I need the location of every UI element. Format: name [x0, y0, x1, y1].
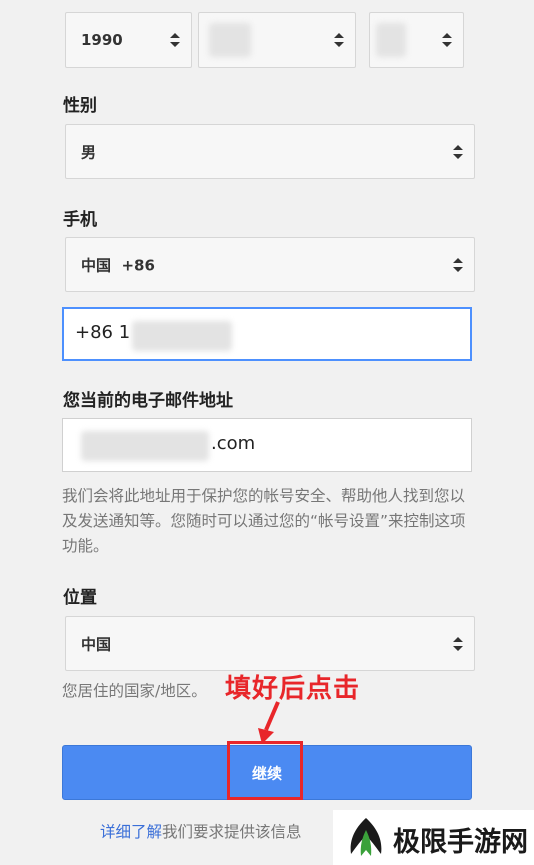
month-blurred-value	[209, 23, 251, 57]
day-blurred-value	[376, 23, 406, 57]
birth-day-select[interactable]	[369, 12, 464, 68]
watermark-logo-icon	[350, 818, 382, 856]
select-arrows-icon	[453, 257, 463, 272]
phone-country-value: 中国 +86	[81, 256, 155, 274]
email-help-text: 我们会将此地址用于保护您的帐号安全、帮助他人找到您以及发送通知等。您随时可以通过…	[62, 487, 466, 555]
annotation-arrow-icon	[258, 701, 280, 744]
select-arrows-icon	[453, 636, 463, 651]
email-suffix: .com	[211, 433, 256, 454]
learn-more-link[interactable]: 详细了解	[100, 823, 162, 841]
footer-description: 我们要求提供该信息	[162, 823, 302, 841]
footer-text: 详细了解我们要求提供该信息	[100, 820, 302, 842]
select-arrows-icon	[442, 33, 452, 47]
phone-blurred-digits	[132, 321, 232, 351]
phone-label: 手机	[63, 210, 97, 230]
birth-month-select[interactable]	[198, 12, 356, 68]
gender-value: 男	[81, 143, 97, 161]
phone-country-select[interactable]: 中国 +86	[65, 237, 475, 292]
watermark-badge: 极限手游网	[333, 810, 534, 865]
location-help-text: 您居住的国家/地区。	[62, 682, 207, 700]
gender-select[interactable]: 男	[65, 124, 475, 179]
phone-number-value: +86 1	[75, 322, 131, 343]
location-value: 中国	[81, 635, 112, 653]
phone-number-input[interactable]: +86 1	[62, 307, 472, 361]
gender-label: 性别	[63, 96, 97, 116]
birth-year-value: 1990	[81, 31, 123, 49]
email-input[interactable]: .com	[62, 418, 472, 472]
select-arrows-icon	[170, 33, 180, 47]
email-label: 您当前的电子邮件地址	[63, 391, 233, 411]
location-label: 位置	[63, 588, 97, 608]
location-select[interactable]: 中国	[65, 616, 475, 671]
birth-year-select[interactable]: 1990	[65, 12, 192, 68]
annotation-text: 填好后点击	[225, 674, 361, 704]
annotation-highlight-box	[227, 741, 303, 800]
email-blurred-text	[81, 431, 209, 461]
watermark-text: 极限手游网	[393, 827, 528, 858]
select-arrows-icon	[453, 144, 463, 159]
select-arrows-icon	[334, 33, 344, 47]
